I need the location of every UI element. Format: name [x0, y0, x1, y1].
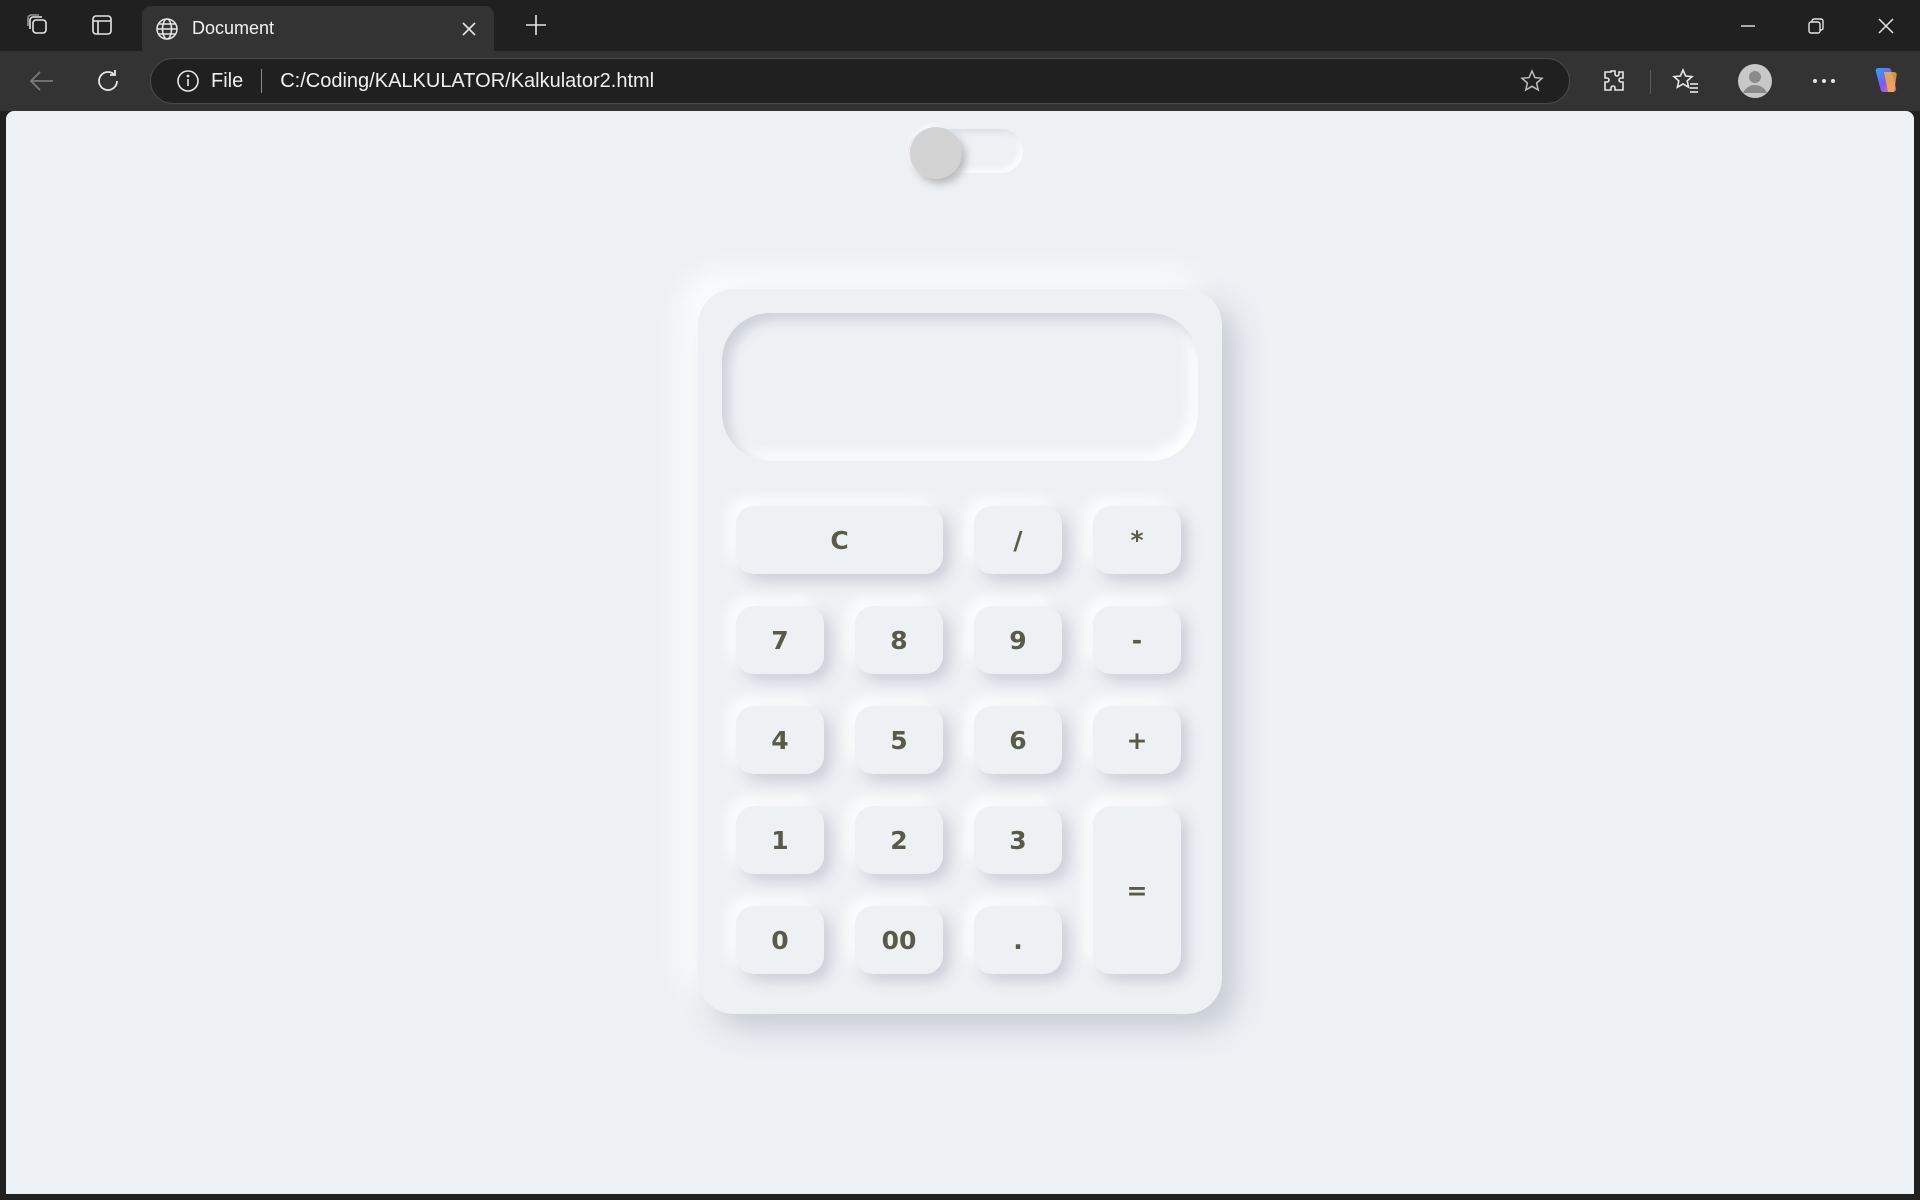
clear-button[interactable]: C [736, 506, 943, 574]
equals-button[interactable]: = [1093, 806, 1181, 974]
toggle-knob[interactable] [910, 127, 962, 179]
info-icon[interactable] [175, 68, 201, 94]
address-bar[interactable]: File C:/Coding/KALKULATOR/Kalkulator2.ht… [150, 58, 1570, 104]
workspaces-icon[interactable] [20, 8, 56, 42]
key-0[interactable]: 0 [736, 906, 824, 974]
key-7[interactable]: 7 [736, 606, 824, 674]
tab-actions-icon[interactable] [84, 8, 120, 42]
calculator: C / * 7 8 9 - 4 5 6 + 1 2 3 = 0 00 . [698, 289, 1222, 1014]
key-9[interactable]: 9 [974, 606, 1062, 674]
close-tab-icon[interactable] [454, 14, 484, 44]
profile-avatar-icon[interactable] [1735, 61, 1775, 101]
extensions-icon[interactable] [1594, 61, 1634, 101]
restore-icon[interactable] [1782, 0, 1850, 51]
decimal-button[interactable]: . [974, 906, 1062, 974]
refresh-icon[interactable] [88, 61, 128, 101]
theme-toggle[interactable] [908, 127, 1023, 179]
key-8[interactable]: 8 [855, 606, 943, 674]
toolbar-divider [1650, 70, 1651, 94]
tab-document[interactable]: Document [142, 6, 494, 51]
key-5[interactable]: 5 [855, 706, 943, 774]
divide-button[interactable]: / [974, 506, 1062, 574]
calculator-display [722, 313, 1198, 461]
browser-toolbar: File C:/Coding/KALKULATOR/Kalkulator2.ht… [0, 51, 1920, 111]
key-3[interactable]: 3 [974, 806, 1062, 874]
key-2[interactable]: 2 [855, 806, 943, 874]
copilot-icon[interactable] [1866, 61, 1906, 101]
multiply-button[interactable]: * [1093, 506, 1181, 574]
key-00[interactable]: 00 [855, 906, 943, 974]
tab-strip: Document [0, 0, 1920, 51]
more-menu-icon[interactable] [1804, 61, 1844, 101]
url-scheme-label: File [211, 69, 244, 92]
favorite-star-icon[interactable] [1515, 64, 1549, 98]
key-4[interactable]: 4 [736, 706, 824, 774]
close-window-icon[interactable] [1852, 0, 1920, 51]
new-tab-button[interactable] [518, 8, 554, 42]
key-1[interactable]: 1 [736, 806, 824, 874]
url-text[interactable]: C:/Coding/KALKULATOR/Kalkulator2.html [280, 70, 1515, 93]
key-6[interactable]: 6 [974, 706, 1062, 774]
address-divider [261, 69, 263, 93]
favorites-icon[interactable] [1666, 61, 1706, 101]
minus-button[interactable]: - [1093, 606, 1181, 674]
back-arrow-icon[interactable] [22, 61, 62, 101]
page-viewport: C / * 7 8 9 - 4 5 6 + 1 2 3 = 0 00 . [6, 111, 1914, 1194]
tab-title: Document [192, 18, 275, 38]
plus-button[interactable]: + [1093, 706, 1181, 774]
globe-icon [154, 16, 180, 42]
minimize-icon[interactable] [1714, 0, 1782, 51]
